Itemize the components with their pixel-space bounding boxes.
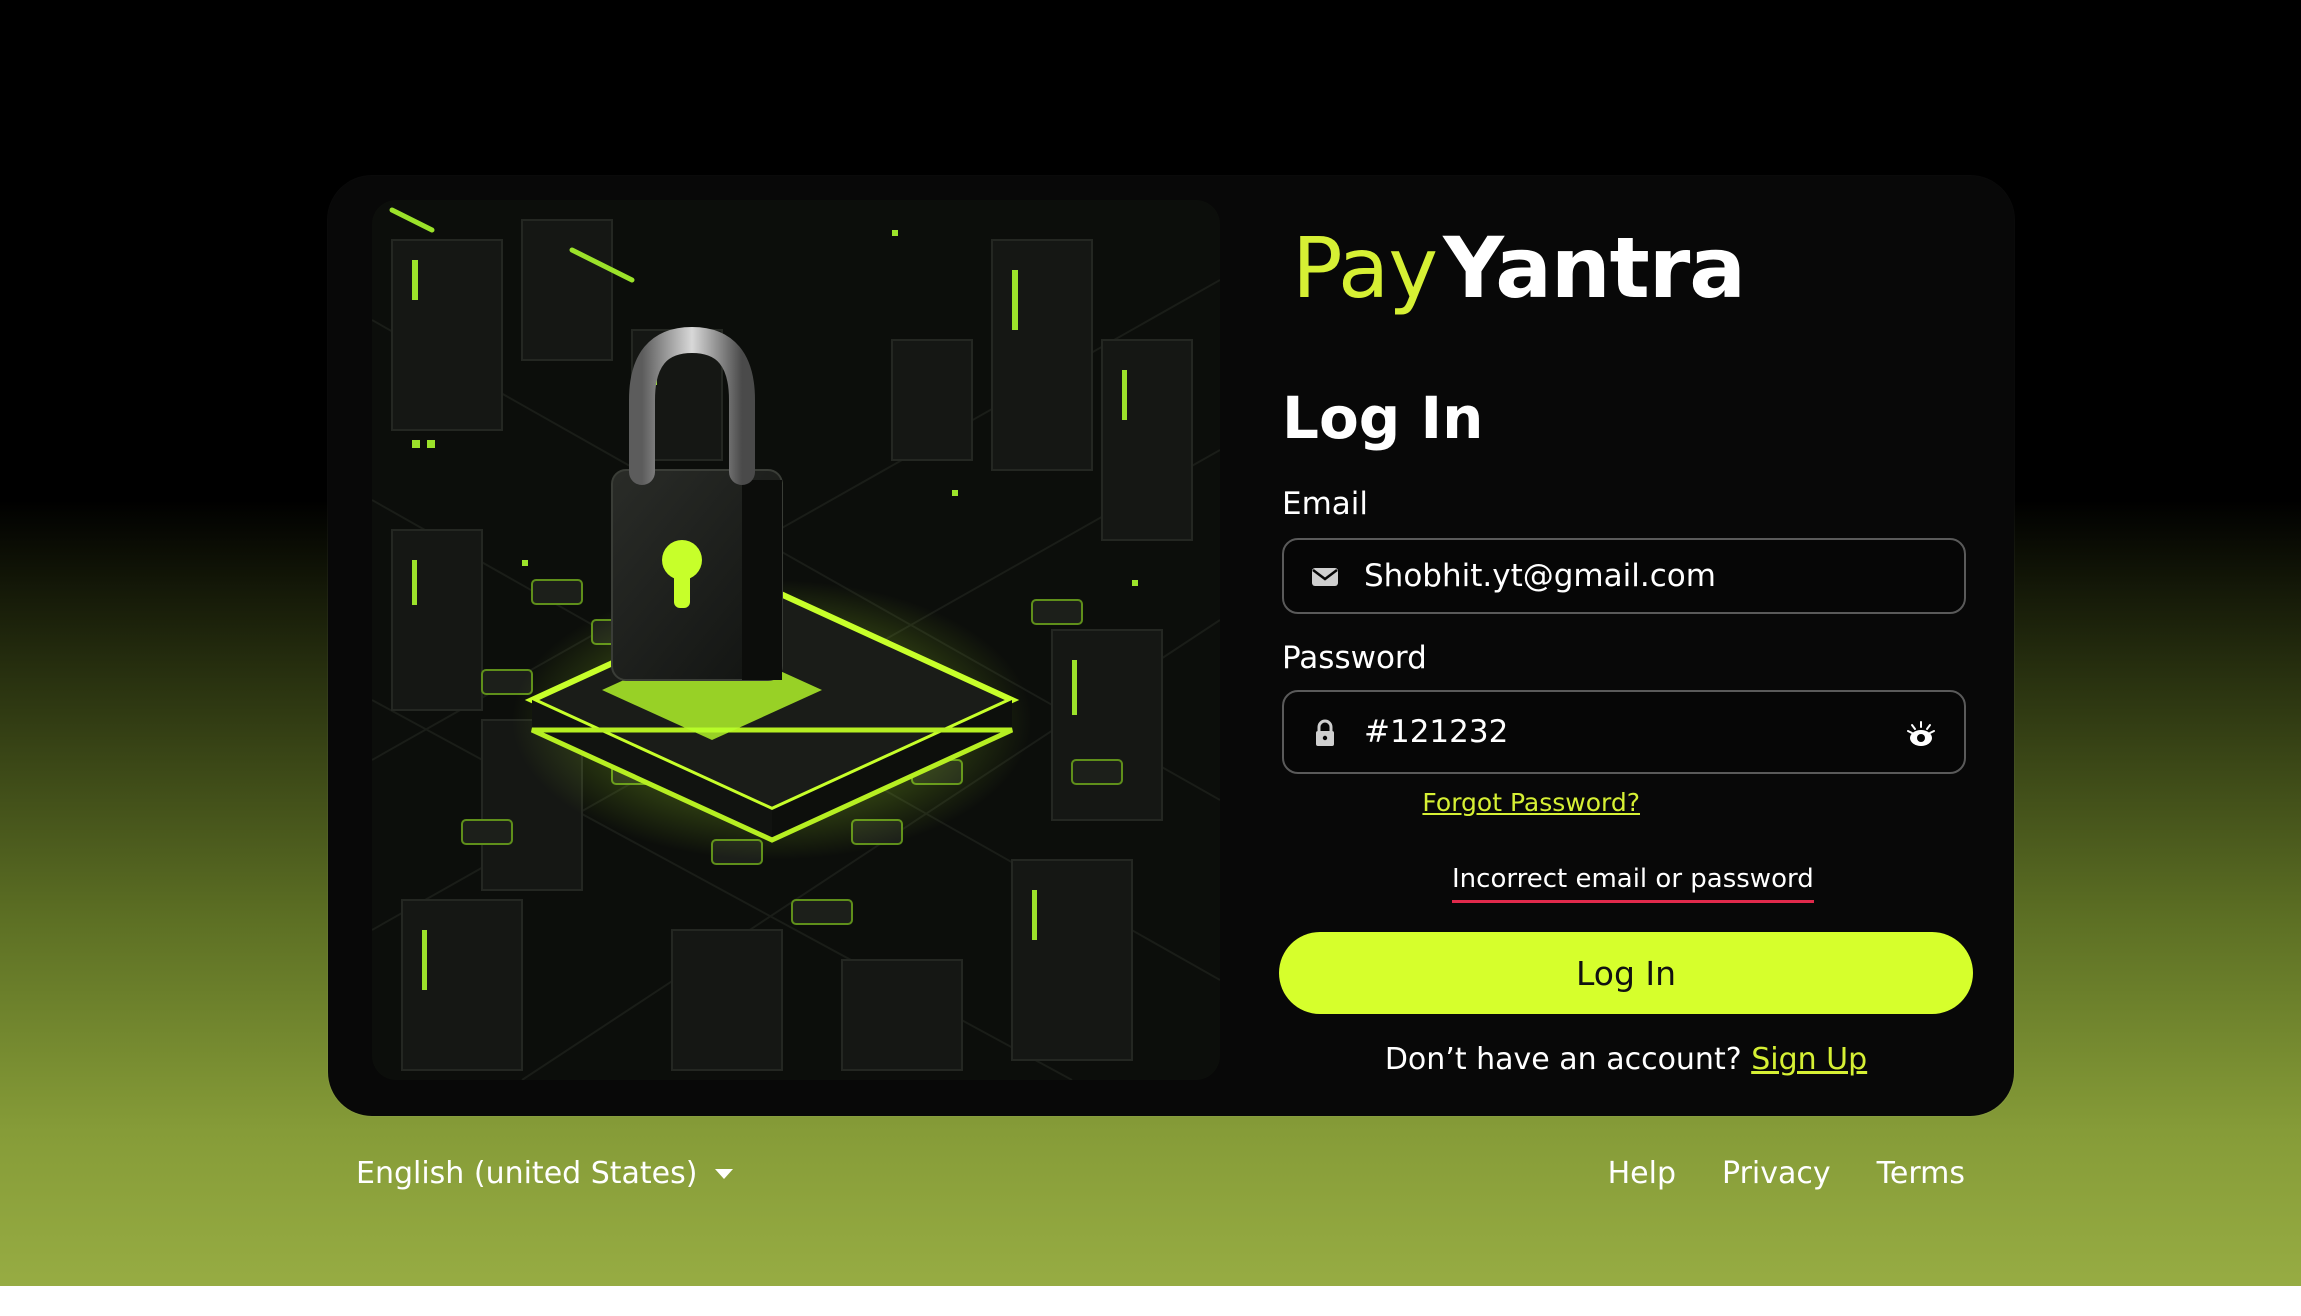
signup-row: Don’t have an account? Sign Up [1279, 1042, 1973, 1077]
password-label: Password [1282, 640, 1427, 676]
chevron-down-icon[interactable] [715, 1168, 734, 1179]
language-label[interactable]: English (united States) [356, 1156, 697, 1191]
padlock-city-illustration [372, 200, 1220, 1080]
lock-icon [1316, 719, 1334, 746]
password-field[interactable]: #121232 [1282, 690, 1966, 774]
language-selector[interactable]: English (united States) [356, 1156, 734, 1191]
form-heading: Log In [1282, 384, 1484, 452]
brand-logo: PayYantra [1292, 226, 1746, 310]
footer-links: Help Privacy Terms [1608, 1156, 1965, 1191]
security-illustration [372, 200, 1220, 1080]
signup-prompt: Don’t have an account? [1384, 1042, 1742, 1077]
envelope-icon [1312, 568, 1338, 586]
error-message: Incorrect email or password [1452, 864, 1814, 903]
brand-logo-part2: Yantra [1443, 219, 1746, 317]
forgot-password-link[interactable]: Forgot Password? [1422, 788, 1640, 817]
footer-link-help[interactable]: Help [1608, 1156, 1676, 1191]
email-field[interactable]: Shobhit.yt@gmail.com [1282, 538, 1966, 614]
email-label: Email [1282, 486, 1369, 522]
login-card: PayYantra Log In Email Shobhit.yt@gmail.… [328, 176, 2014, 1116]
footer-link-terms[interactable]: Terms [1877, 1156, 1965, 1191]
signup-link[interactable]: Sign Up [1751, 1042, 1867, 1077]
password-value[interactable]: #121232 [1364, 714, 1508, 750]
eye-icon[interactable] [1906, 720, 1936, 750]
page-bottom-strip [0, 1286, 2301, 1316]
brand-logo-part1: Pay [1292, 219, 1438, 317]
footer-link-privacy[interactable]: Privacy [1722, 1156, 1831, 1191]
email-value[interactable]: Shobhit.yt@gmail.com [1364, 558, 1716, 594]
login-button[interactable]: Log In [1279, 932, 1973, 1014]
